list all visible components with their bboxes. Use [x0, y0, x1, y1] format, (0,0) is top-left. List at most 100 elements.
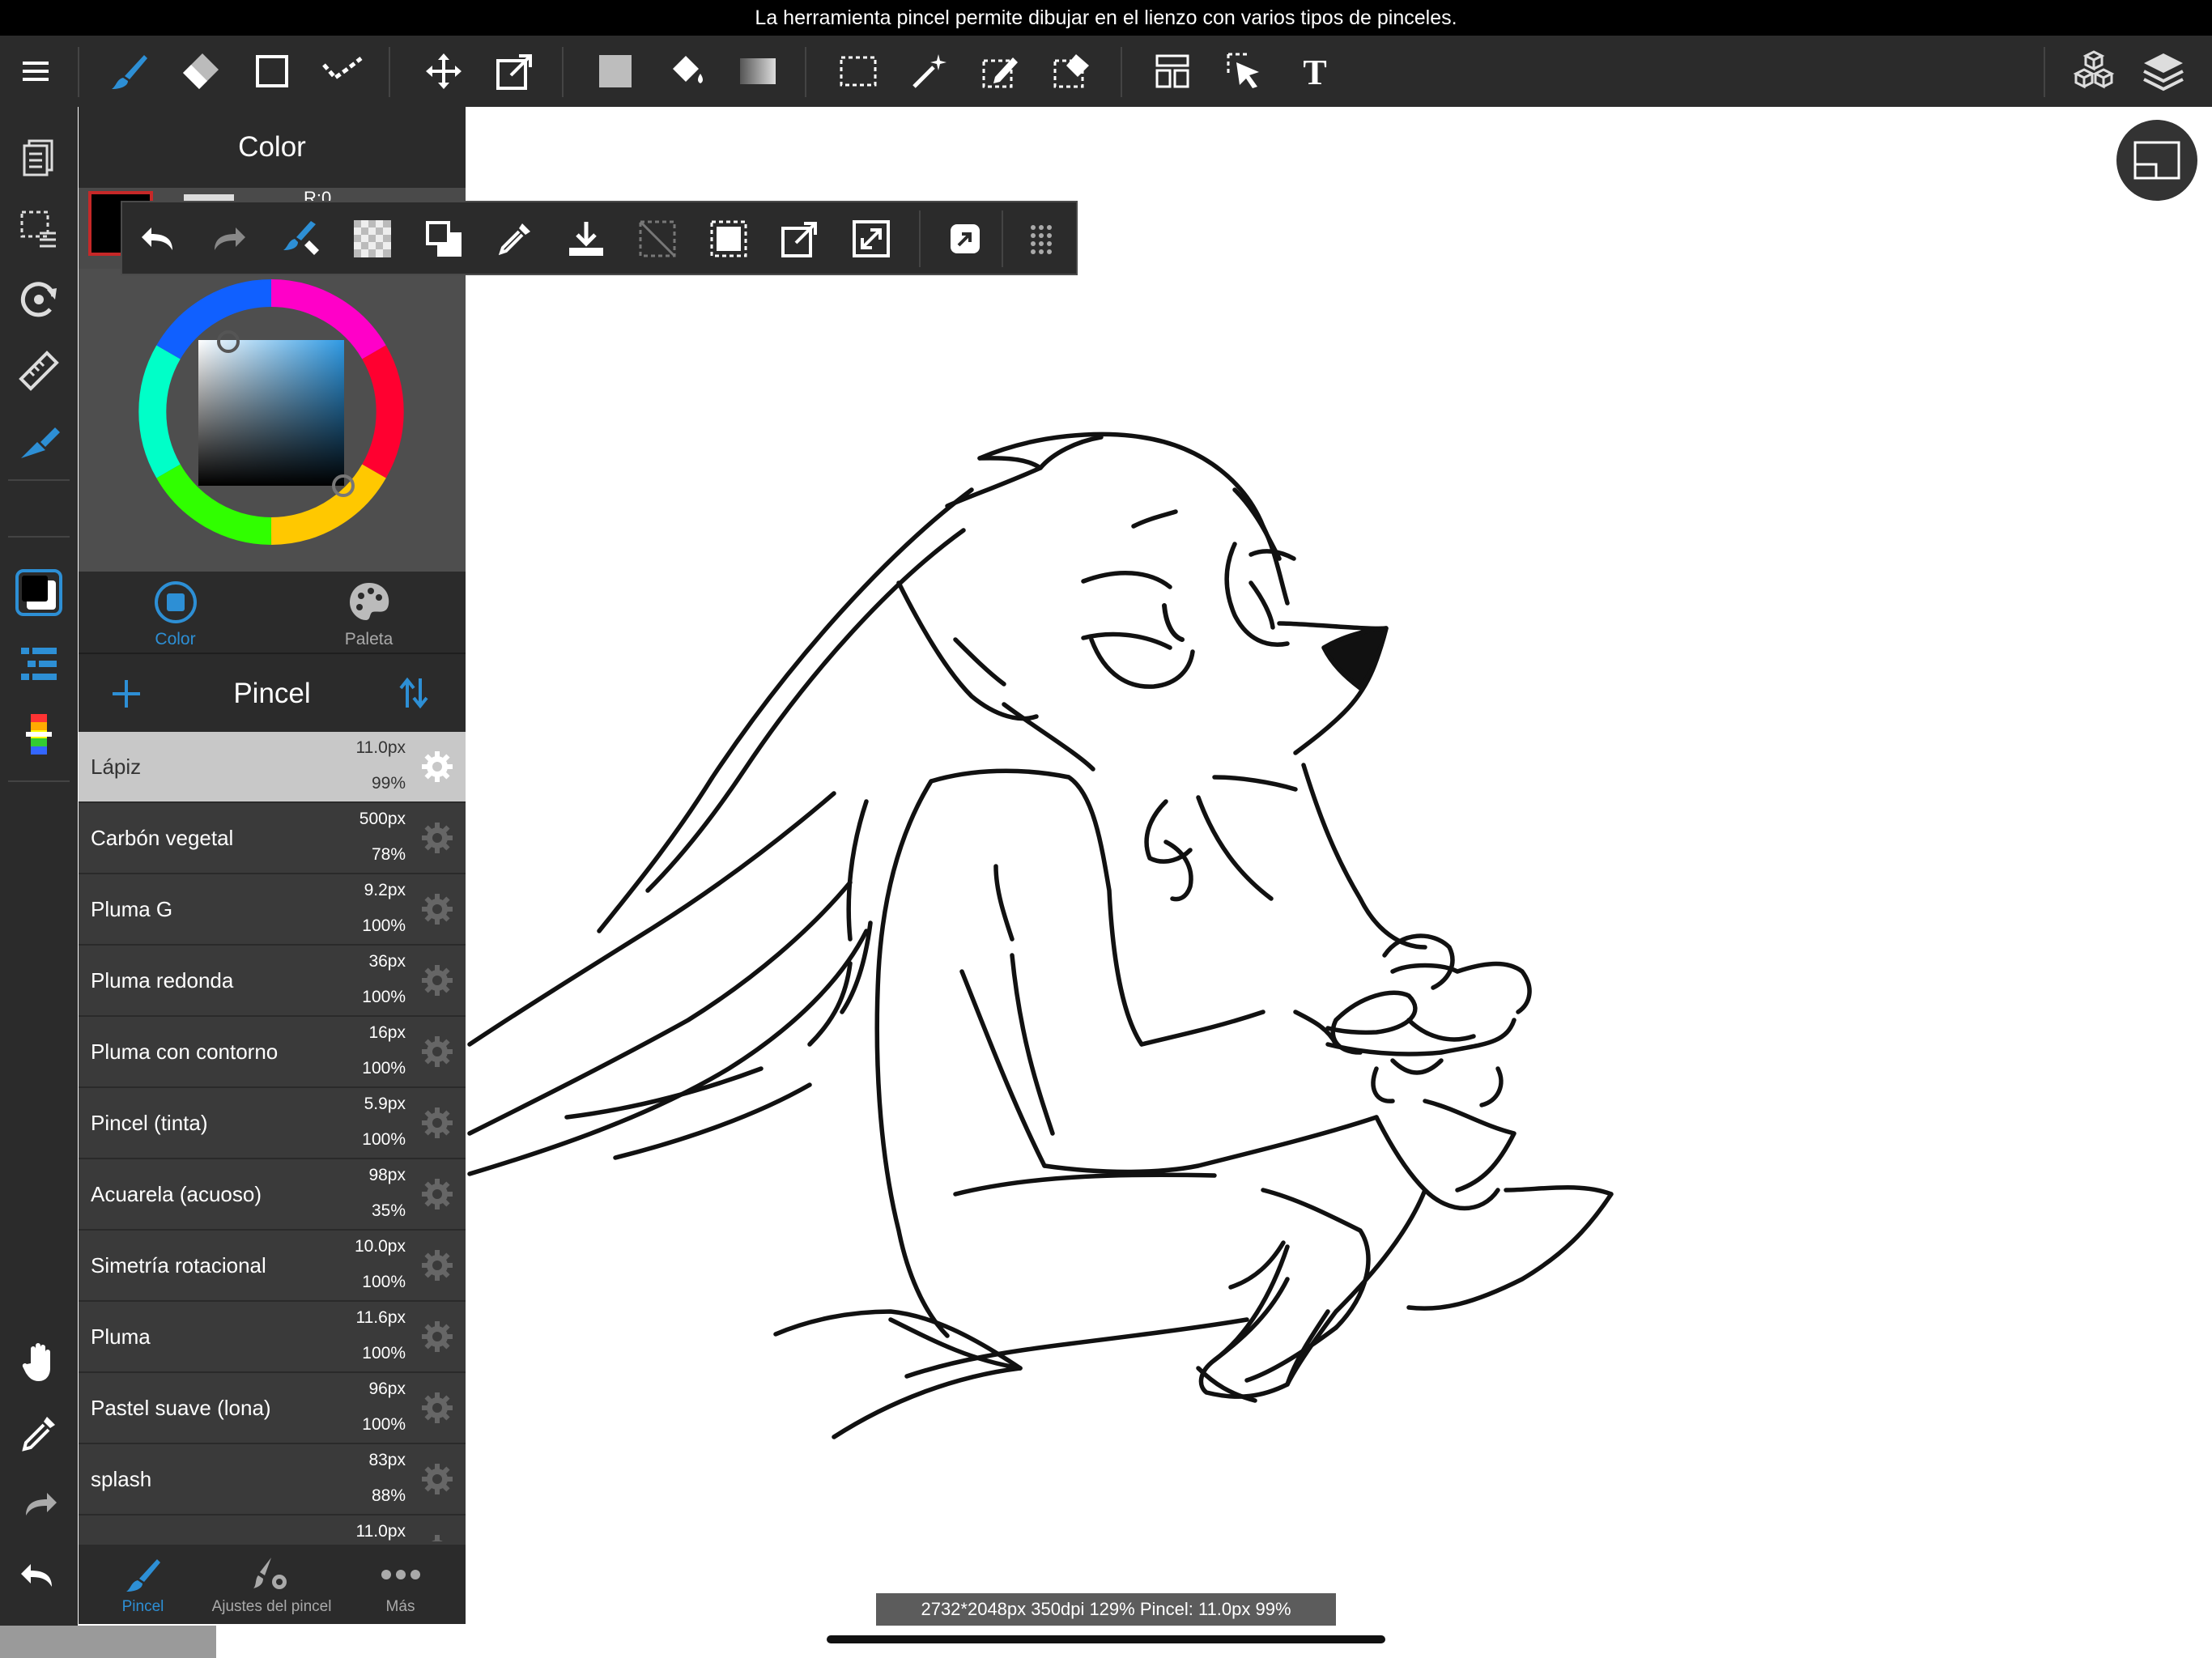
- gear-icon[interactable]: [420, 1320, 454, 1354]
- fill-down-icon[interactable]: [561, 214, 611, 264]
- redo-side-icon[interactable]: [15, 1480, 63, 1528]
- selection-menu-icon[interactable]: [15, 204, 63, 253]
- brush-item-lapiz[interactable]: Lápiz 11.0px 99%: [79, 732, 466, 803]
- floating-toolbar: [121, 201, 1078, 275]
- brush-item-pluma-con-contorno[interactable]: Pluma con contorno 16px 100%: [79, 1017, 466, 1088]
- gear-icon[interactable]: [420, 1391, 454, 1425]
- select-pen-icon[interactable]: [976, 47, 1025, 96]
- color-tab-icon: [154, 581, 197, 623]
- brush-item-pluma-redonda[interactable]: Pluma redonda 36px 100%: [79, 946, 466, 1017]
- brush-item-acuarela[interactable]: Acuarela (acuoso) 98px 35%: [79, 1159, 466, 1231]
- eraser-icon[interactable]: [177, 47, 225, 96]
- brush-item-partial[interactable]: 11.0px: [79, 1516, 466, 1541]
- navigator-button[interactable]: [2116, 120, 2197, 201]
- brush-tabs: Pincel Ajustes del pincel Más: [79, 1545, 466, 1624]
- tab-mas[interactable]: Más: [336, 1545, 465, 1624]
- quick-access-icon[interactable]: [940, 214, 990, 264]
- text-icon[interactable]: T: [1291, 47, 1339, 96]
- color-tabs: Color Paleta: [79, 572, 466, 653]
- brush-control-icon[interactable]: [15, 418, 63, 466]
- menu-icon[interactable]: [11, 47, 60, 96]
- select-all-icon[interactable]: [704, 214, 754, 264]
- current-color-icon[interactable]: [15, 568, 63, 617]
- status-bar: 2732*2048px 350dpi 129% Pincel: 11.0px 9…: [876, 1593, 1336, 1626]
- 3d-model-icon[interactable]: [2069, 47, 2118, 96]
- brush-item-simetria-rotacional[interactable]: Simetría rotacional 10.0px 100%: [79, 1231, 466, 1302]
- layer-list-icon[interactable]: [15, 640, 63, 688]
- gear-icon[interactable]: [420, 892, 454, 926]
- info-bar: La herramienta pincel permite dibujar en…: [0, 0, 2212, 36]
- status-text: 2732*2048px 350dpi 129% Pincel: 11.0px 9…: [921, 1599, 1291, 1619]
- color-wheel[interactable]: [79, 269, 466, 572]
- select-move-icon[interactable]: [1219, 47, 1268, 96]
- brush-panel-header: Pincel: [79, 653, 466, 733]
- brush-tab-icon: [125, 1559, 160, 1592]
- gear-icon[interactable]: [420, 1533, 454, 1541]
- info-message: La herramienta pincel permite dibujar en…: [755, 6, 1457, 29]
- gear-icon[interactable]: [420, 821, 454, 855]
- fit-canvas-icon[interactable]: [846, 214, 896, 264]
- bottom-strip: [0, 1626, 216, 1658]
- brush-settings-icon: [253, 1558, 287, 1589]
- swap-colors-icon[interactable]: [419, 214, 469, 264]
- pages-icon[interactable]: [15, 133, 63, 181]
- eyedropper-float-icon[interactable]: [490, 214, 540, 264]
- move-icon[interactable]: [419, 47, 468, 96]
- line-icon[interactable]: [319, 47, 368, 96]
- tab-ajustes-pincel[interactable]: Ajustes del pincel: [207, 1545, 336, 1624]
- brush-item-pluma[interactable]: Pluma 11.6px 100%: [79, 1302, 466, 1373]
- svg-text:T: T: [1303, 53, 1326, 91]
- brush-item-carbon-vegetal[interactable]: Carbón vegetal 500px 78%: [79, 803, 466, 874]
- canvas-drawing[interactable]: [466, 107, 2212, 1626]
- undo-side-icon[interactable]: [15, 1551, 63, 1600]
- tab-palette[interactable]: Paleta: [272, 572, 466, 653]
- more-icon: [381, 1570, 420, 1579]
- ruler-icon[interactable]: [15, 346, 63, 395]
- transparent-color-icon[interactable]: [347, 214, 398, 264]
- brush-eraser-toggle-icon[interactable]: [276, 214, 326, 264]
- gear-icon[interactable]: [420, 1462, 454, 1496]
- rotate-canvas-icon[interactable]: [15, 275, 63, 324]
- palette-icon: [349, 583, 389, 620]
- hand-icon[interactable]: [15, 1337, 63, 1386]
- eyedropper-icon[interactable]: [15, 1409, 63, 1457]
- layers-icon[interactable]: [2139, 47, 2188, 96]
- side-toolbar: [0, 107, 78, 1658]
- main-toolbar: T: [0, 36, 2212, 107]
- select-rect-icon[interactable]: [834, 47, 883, 96]
- transform-icon[interactable]: [491, 47, 539, 96]
- magic-wand-icon[interactable]: [905, 47, 954, 96]
- gear-icon[interactable]: [420, 1106, 454, 1140]
- transform-float-icon[interactable]: [775, 214, 825, 264]
- gear-icon[interactable]: [420, 750, 454, 784]
- brush-item-splash[interactable]: splash 83px 88%: [79, 1444, 466, 1516]
- brush-item-pincel-tinta[interactable]: Pincel (tinta) 5.9px 100%: [79, 1088, 466, 1159]
- sort-brush-icon[interactable]: [396, 675, 432, 711]
- bucket-icon[interactable]: [662, 47, 711, 96]
- fill-color-icon[interactable]: [591, 47, 640, 96]
- brush-item-pastel-suave[interactable]: Pastel suave (lona) 96px 100%: [79, 1373, 466, 1444]
- grip-handle-icon[interactable]: [1016, 214, 1066, 264]
- gear-icon[interactable]: [420, 1248, 454, 1282]
- gear-icon[interactable]: [420, 1177, 454, 1211]
- select-eraser-icon[interactable]: [1048, 47, 1096, 96]
- home-indicator[interactable]: [827, 1635, 1385, 1643]
- color-panel-title: Color: [79, 107, 466, 188]
- color-bar-icon[interactable]: [15, 711, 63, 759]
- clear-layer-icon[interactable]: [632, 214, 683, 264]
- brush-panel: Pincel Lápiz 11.0px 99% Carbón vegetal 5…: [79, 653, 466, 1624]
- brush-icon[interactable]: [105, 47, 154, 96]
- tab-color[interactable]: Color: [79, 572, 272, 653]
- brush-item-pluma-g[interactable]: Pluma G 9.2px 100%: [79, 874, 466, 946]
- layout-icon[interactable]: [1148, 47, 1197, 96]
- gradient-icon[interactable]: [734, 47, 782, 96]
- gear-icon[interactable]: [420, 1035, 454, 1069]
- shape-icon[interactable]: [248, 47, 296, 96]
- tab-pincel[interactable]: Pincel: [79, 1545, 207, 1624]
- redo-icon[interactable]: [203, 214, 253, 264]
- gear-icon[interactable]: [420, 963, 454, 997]
- undo-icon[interactable]: [134, 214, 184, 264]
- brush-list: Lápiz 11.0px 99% Carbón vegetal 500px 78…: [79, 732, 466, 1541]
- navigator-icon: [2133, 141, 2180, 180]
- add-brush-icon[interactable]: [109, 677, 143, 711]
